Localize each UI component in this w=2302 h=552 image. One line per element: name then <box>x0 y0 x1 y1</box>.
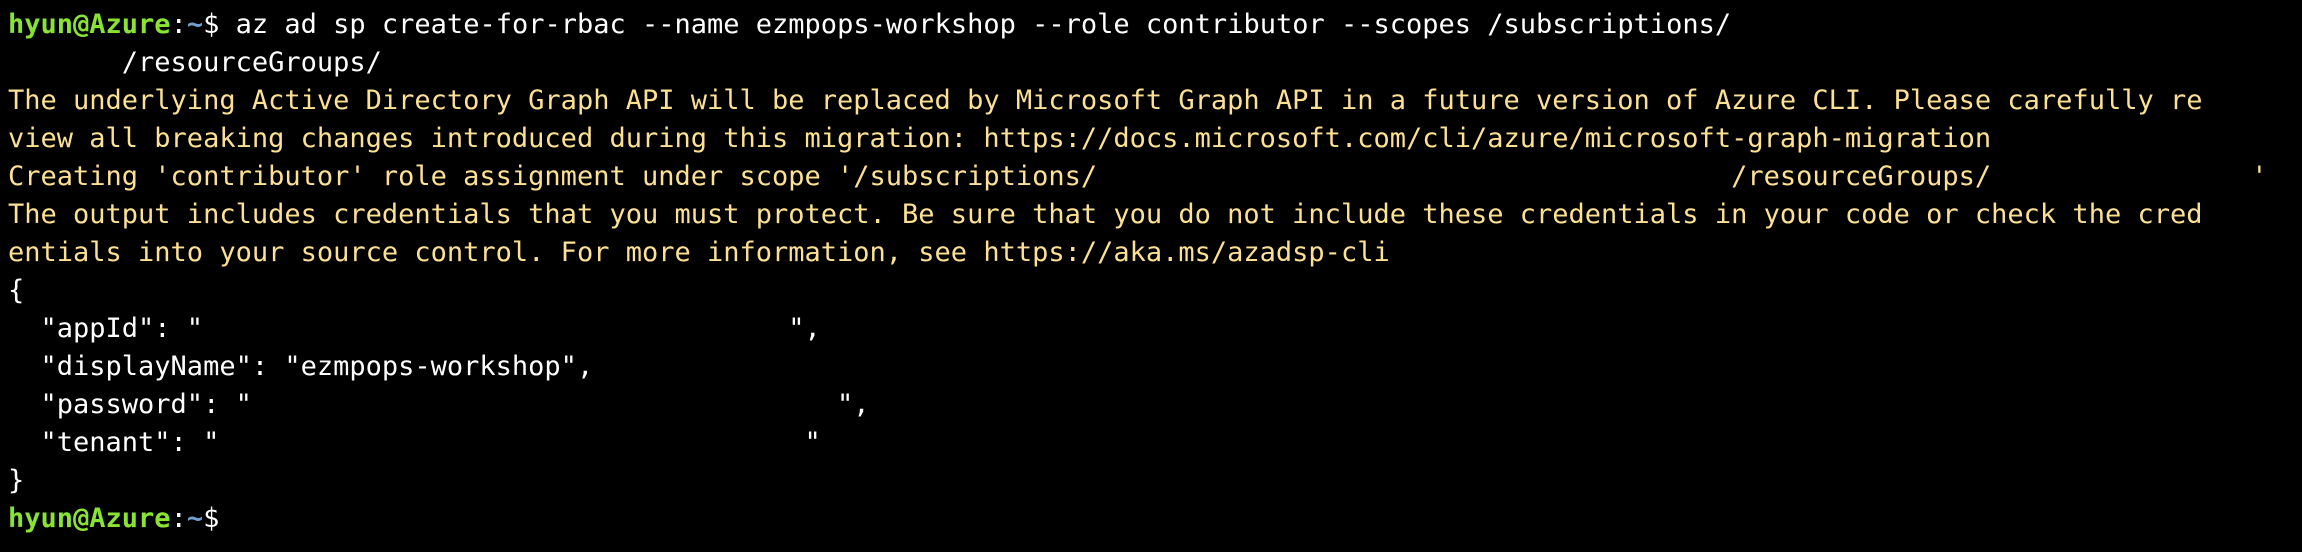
prompt-user-host: hyun@Azure <box>8 503 171 534</box>
prompt-path: ~ <box>186 503 204 534</box>
json-output-line: "tenant": " " <box>8 427 821 458</box>
prompt-symbol: $ <box>203 9 220 40</box>
json-output-line: "displayName": "ezmpops-workshop", <box>8 351 594 382</box>
warning-line: Creating 'contributor' role assignment u… <box>8 161 2268 192</box>
terminal-window[interactable]: hyun@Azure:~$ az ad sp create-for-rbac -… <box>0 0 2302 552</box>
warning-line: The underlying Active Directory Graph AP… <box>8 85 2203 116</box>
command-text: az ad sp create-for-rbac --name ezmpops-… <box>219 9 1732 40</box>
prompt-user-host: hyun@Azure <box>8 9 171 40</box>
prompt-path: ~ <box>186 9 204 40</box>
prompt-separator: : <box>170 503 187 534</box>
command-continuation: /resourceGroups/ <box>8 47 382 78</box>
json-output-line: } <box>8 465 25 496</box>
json-output-line: "password": " ", <box>8 389 870 420</box>
json-output-line: "appId": " ", <box>8 313 821 344</box>
prompt-symbol: $ <box>203 503 220 534</box>
active-prompt-line[interactable]: hyun@Azure:~$ <box>8 500 2302 538</box>
command-line: hyun@Azure:~$ az ad sp create-for-rbac -… <box>8 6 2302 44</box>
warning-line: view all breaking changes introduced dur… <box>8 123 1992 154</box>
warning-line: The output includes credentials that you… <box>8 199 2203 230</box>
warning-line: entials into your source control. For mo… <box>8 237 1390 268</box>
json-output-line: { <box>8 275 25 306</box>
prompt-separator: : <box>170 9 187 40</box>
